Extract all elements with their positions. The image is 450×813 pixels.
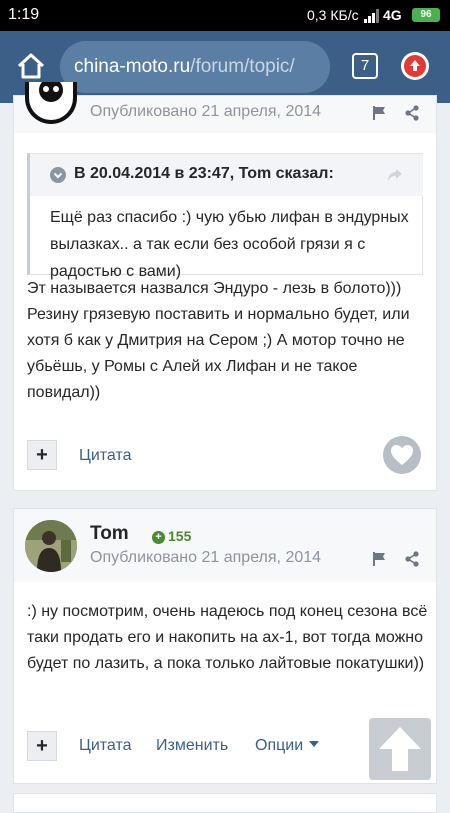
update-button[interactable]	[401, 52, 429, 80]
status-bar: 1:19 0,3 КБ/с 4G 96	[0, 0, 450, 31]
address-bar[interactable]: china-moto.ru/forum/topic/	[60, 41, 330, 93]
reputation-value: 155	[168, 528, 192, 544]
url-path: /forum/topic/	[190, 56, 295, 77]
arrow-up-icon	[410, 60, 420, 71]
post-date: Опубликовано 21 апреля, 2014	[90, 103, 322, 120]
arrow-up-icon	[379, 727, 421, 771]
scroll-to-top-button[interactable]	[369, 718, 431, 780]
signal-icon	[364, 9, 379, 23]
caret-down-icon	[308, 741, 319, 747]
chevron-glyph	[53, 172, 63, 179]
network-speed: 0,3 КБ/с	[307, 7, 359, 23]
options-link[interactable]: Опции	[255, 737, 320, 755]
quote-title: В 20.04.2014 в 23:47, Tom сказал:	[74, 165, 334, 182]
url-host: china-moto.ru	[74, 56, 191, 77]
multiquote-button[interactable]: +	[27, 440, 57, 470]
post-card	[13, 793, 437, 813]
quote-header[interactable]: В 20.04.2014 в 23:47, Tom сказал:	[30, 154, 423, 196]
post-meta: Опубликовано 21 апреля, 2014	[14, 82, 436, 133]
reply-arrow-icon[interactable]	[387, 168, 403, 182]
quote-block: В 20.04.2014 в 23:47, Tom сказал: Ещё ра…	[27, 153, 423, 280]
quote-link[interactable]: Цитата	[79, 737, 132, 755]
post-date: Опубликовано 21 апреля, 2014	[90, 549, 322, 566]
post-body: Эт называется назвался Эндуро - лезь в б…	[27, 280, 410, 401]
network-type: 4G	[383, 7, 402, 23]
heart-icon	[391, 445, 413, 465]
update-icon	[404, 55, 426, 77]
post-body: :) ну посмотрим, очень надеюсь под конец…	[27, 603, 428, 672]
tabs-count-button[interactable]: 7	[352, 53, 378, 79]
avatar[interactable]	[25, 82, 77, 124]
avatar-image	[25, 520, 77, 572]
reputation-badge: +155	[152, 528, 191, 544]
post-actions: + Цитата	[14, 426, 436, 484]
author-name[interactable]: Tom	[90, 523, 129, 545]
report-flag-icon[interactable]	[372, 105, 388, 121]
quote-link[interactable]: Цитата	[79, 447, 132, 465]
url-text: china-moto.ru/forum/topic/	[74, 56, 295, 78]
report-flag-icon[interactable]	[372, 551, 388, 567]
options-label: Опции	[255, 737, 304, 754]
avatar-image	[39, 82, 63, 102]
share-icon[interactable]	[404, 551, 420, 567]
avatar[interactable]	[25, 520, 77, 572]
chevron-down-icon[interactable]	[50, 167, 66, 183]
status-time: 1:19	[8, 6, 40, 23]
post-meta: Tom +155 Опубликовано 21 апреля, 2014	[14, 509, 436, 582]
share-icon[interactable]	[404, 105, 420, 121]
post-card: Опубликовано 21 апреля, 2014 В 20.04.201…	[13, 82, 437, 491]
home-icon[interactable]	[14, 49, 48, 83]
battery-icon: 96	[412, 8, 440, 22]
multiquote-button[interactable]: +	[27, 731, 57, 761]
plus-circle-icon: +	[152, 531, 165, 544]
edit-link[interactable]: Изменить	[156, 737, 228, 755]
quote-text: Ещё раз спасибо :) чую убью лифан в энду…	[50, 209, 409, 280]
like-button[interactable]	[383, 436, 421, 474]
